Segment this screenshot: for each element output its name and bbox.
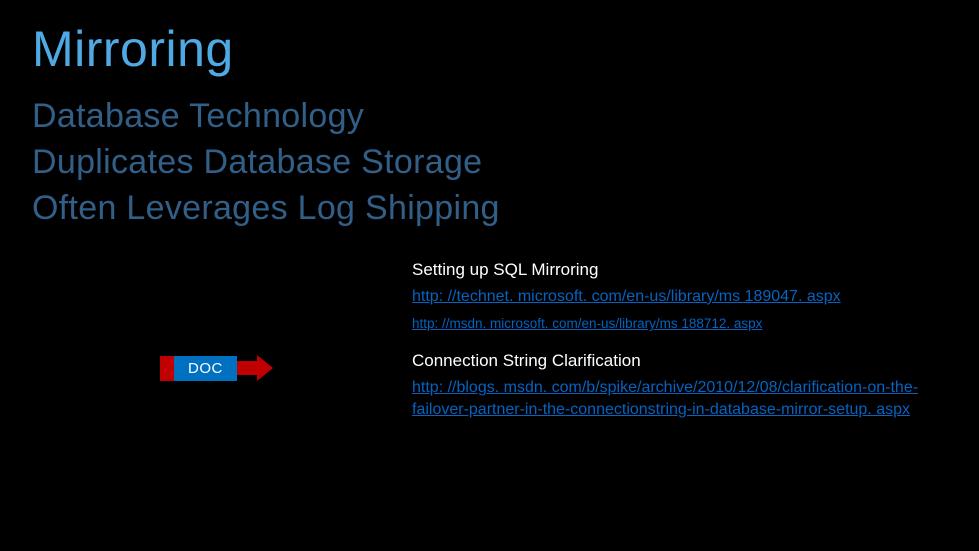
doc-label: DOC xyxy=(174,356,237,381)
link-technet[interactable]: http: //technet. microsoft. com/en-us/li… xyxy=(412,286,947,308)
slide: Mirroring Database Technology Duplicates… xyxy=(0,0,979,551)
subtitle-line-1: Database Technology xyxy=(32,94,947,140)
slide-title: Mirroring xyxy=(32,20,947,78)
doc-arrow-stem xyxy=(237,361,257,375)
arrow-right-icon xyxy=(257,355,273,381)
link-blogs-msdn[interactable]: http: //blogs. msdn. com/b/spike/archive… xyxy=(412,377,947,420)
section-heading-2: Connection String Clarification xyxy=(412,351,947,371)
section-heading-1: Setting up SQL Mirroring xyxy=(412,260,947,280)
link-msdn-library[interactable]: http: //msdn. microsoft. com/en-us/libra… xyxy=(412,315,947,333)
doc-red-bar xyxy=(160,356,174,381)
left-column: DOC xyxy=(32,260,412,425)
content-row: DOC Setting up SQL Mirroring http: //tec… xyxy=(32,260,947,425)
doc-badge: DOC xyxy=(160,356,273,381)
subtitle-line-2: Duplicates Database Storage xyxy=(32,140,947,186)
subtitle-block: Database Technology Duplicates Database … xyxy=(32,94,947,232)
right-column: Setting up SQL Mirroring http: //technet… xyxy=(412,260,947,425)
subtitle-line-3: Often Leverages Log Shipping xyxy=(32,186,947,232)
